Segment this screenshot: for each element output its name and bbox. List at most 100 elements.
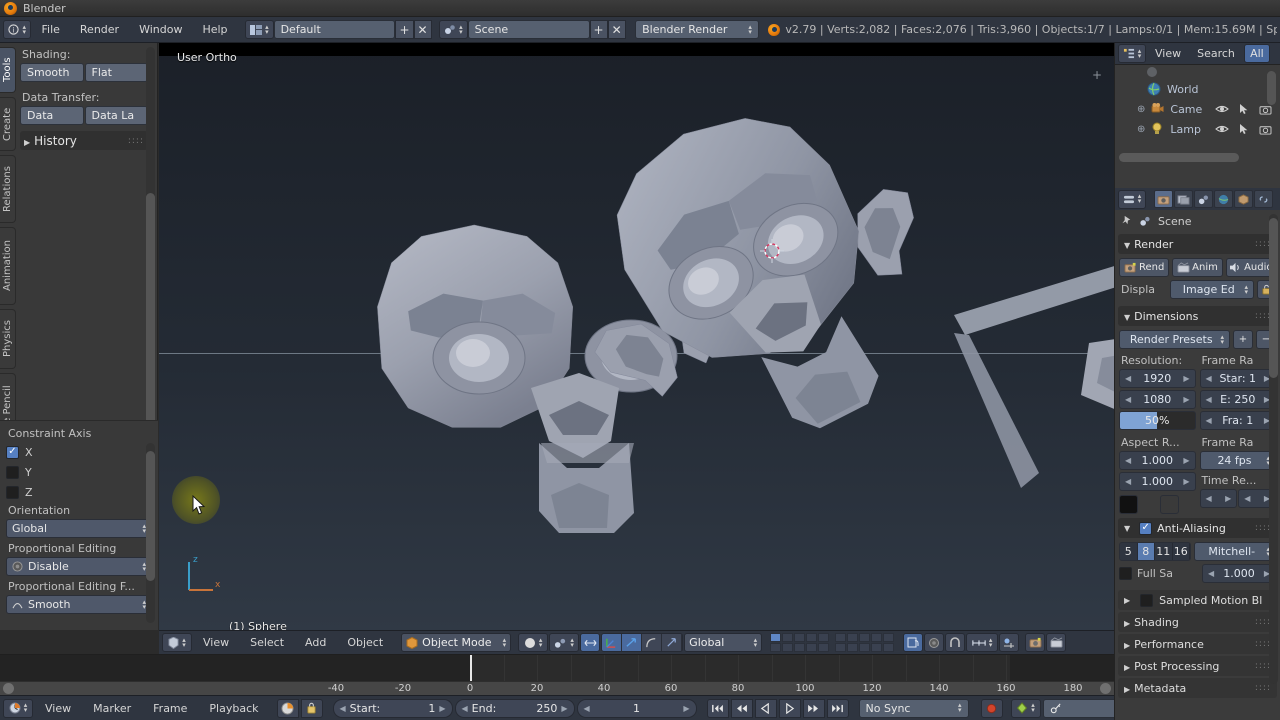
manipulator-mode-group[interactable] xyxy=(601,633,684,652)
frame-end-prop-field[interactable]: ◀ E: 250 ▶ xyxy=(1199,390,1276,409)
viewport-menu-object[interactable]: Object xyxy=(337,633,393,652)
outliner-lamp-toggles[interactable] xyxy=(1215,123,1280,135)
timeline-menu-marker[interactable]: Marker xyxy=(83,699,141,718)
layer-4[interactable] xyxy=(806,633,818,642)
history-panel-header[interactable]: ▶ History :::: xyxy=(20,131,148,150)
sampled-motion-blur-section[interactable]: ▶ Sampled Motion Bl xyxy=(1118,590,1277,610)
outliner-tree[interactable]: World ⊕ Came ⊕ Lamp xyxy=(1115,65,1280,165)
chevron-left-icon[interactable]: ◀ xyxy=(1125,395,1131,404)
rotate-manipulator-icon[interactable] xyxy=(622,634,643,651)
chevron-right-icon[interactable]: ▶ xyxy=(1183,456,1189,465)
delete-scene-button[interactable]: ✕ xyxy=(607,20,626,39)
constraint-axis-x-row[interactable]: X xyxy=(6,442,152,462)
timeline-menu-view[interactable]: View xyxy=(35,699,81,718)
checkbox-axis-z[interactable] xyxy=(6,485,19,499)
menu-file[interactable]: File xyxy=(31,20,69,39)
eye-icon[interactable] xyxy=(1215,124,1229,134)
chevron-right-icon[interactable]: ▶ xyxy=(1183,374,1189,383)
chevron-left-icon[interactable]: ◀ xyxy=(1208,569,1214,578)
properties-tab-render[interactable] xyxy=(1154,190,1173,208)
properties-tab-scene[interactable] xyxy=(1194,190,1213,208)
layer-1[interactable] xyxy=(770,633,782,642)
next-keyframe-button[interactable] xyxy=(802,698,825,718)
toolshelf-tab-relations[interactable]: Relations xyxy=(0,155,16,223)
aspect-y-field[interactable]: ◀ 1.000 ▶ xyxy=(1119,472,1196,491)
manipulator-toggle-button[interactable] xyxy=(580,633,601,652)
lock-object-modes-button[interactable] xyxy=(903,633,924,652)
full-sample-checkbox[interactable] xyxy=(1119,567,1132,580)
viewport-editor-type-button[interactable]: ▴ ▾ xyxy=(162,633,192,652)
outliner-menu-view[interactable]: View xyxy=(1148,45,1188,62)
outliner-menu-search[interactable]: Search xyxy=(1190,45,1242,62)
timeline-scroll-knob-left[interactable] xyxy=(3,683,14,694)
resolution-y-field[interactable]: ◀ 1080 ▶ xyxy=(1119,390,1196,409)
viewport-menu-view[interactable]: View xyxy=(193,633,239,652)
outliner-display-mode[interactable]: All xyxy=(1243,44,1270,63)
constraint-axis-z-row[interactable]: Z xyxy=(6,482,152,502)
screen-layout-type-button[interactable]: ▴ ▾ xyxy=(245,20,274,39)
scene-browse-button[interactable]: ▴ ▾ xyxy=(439,20,468,39)
properties-scrollbar[interactable] xyxy=(1269,218,1278,378)
checkbox-axis-x[interactable] xyxy=(6,445,19,459)
performance-section[interactable]: ▶ Performance :::: xyxy=(1118,634,1277,654)
camera-render-icon[interactable] xyxy=(1259,104,1272,115)
scene-layers-grid-2[interactable] xyxy=(835,633,895,652)
layer-15[interactable] xyxy=(818,643,830,652)
dimensions-section-header[interactable]: ▼ Dimensions :::: xyxy=(1118,306,1277,326)
antialiasing-checkbox[interactable] xyxy=(1139,521,1153,535)
data-transfer-layout-button[interactable]: Data La xyxy=(84,106,148,125)
pivot-point-button[interactable]: ▴ ▾ xyxy=(549,633,580,652)
layer-3[interactable] xyxy=(794,633,806,642)
metadata-section[interactable]: ▶ Metadata :::: xyxy=(1118,678,1277,698)
render-still-button[interactable]: Rend xyxy=(1119,258,1170,277)
render-animation-button[interactable]: Anim xyxy=(1172,258,1223,277)
chevron-left-icon[interactable]: ◀ xyxy=(1125,374,1131,383)
snap-target-button[interactable] xyxy=(999,633,1020,652)
eye-icon[interactable] xyxy=(1215,104,1229,114)
timeline-scale[interactable]: -40-200204060801001201401601802002202402… xyxy=(0,681,1114,695)
add-render-preset-button[interactable]: + xyxy=(1233,330,1253,349)
chevron-right-icon[interactable]: ▶ xyxy=(1225,494,1231,503)
proportional-falloff-select[interactable]: Smooth ▴ ▾ xyxy=(6,595,152,614)
layer-12[interactable] xyxy=(782,643,794,652)
lock-time-button[interactable] xyxy=(300,698,323,718)
layer-16[interactable] xyxy=(835,643,847,652)
chevron-right-icon[interactable]: ▶ xyxy=(1183,477,1189,486)
frame-start-prop-field[interactable]: ◀ Star: 1 ▶ xyxy=(1199,369,1276,388)
translate-manipulator-icon[interactable] xyxy=(602,634,623,651)
toolshelf-tab-tools[interactable]: Tools xyxy=(0,47,16,93)
crop-checkbox[interactable] xyxy=(1160,495,1179,514)
antialiasing-filter-select[interactable]: Mitchell- ▴▾ xyxy=(1194,542,1276,561)
aspect-x-field[interactable]: ◀ 1.000 ▶ xyxy=(1119,451,1196,470)
antialiasing-samples-group[interactable]: 5 8 11 16 xyxy=(1119,542,1191,561)
antialiasing-size-field[interactable]: ◀ 1.000 ▶ xyxy=(1202,564,1276,583)
proportional-editing-select[interactable]: Disable ▴ ▾ xyxy=(6,557,152,576)
chevron-left-icon[interactable]: ◀ xyxy=(1125,456,1131,465)
chevron-left-icon[interactable]: ◀ xyxy=(584,704,590,713)
keying-set-button[interactable]: ▴ ▾ xyxy=(1010,698,1041,718)
resolution-x-field[interactable]: ◀ 1920 ▶ xyxy=(1119,369,1196,388)
layer-20[interactable] xyxy=(883,643,895,652)
shade-flat-button[interactable]: Flat xyxy=(84,63,148,82)
timeline-scroll-knob-right[interactable] xyxy=(1100,683,1111,694)
layer-17[interactable] xyxy=(847,643,859,652)
properties-tab-constraints[interactable] xyxy=(1254,190,1273,208)
snap-element-button[interactable]: ▴ ▾ xyxy=(966,633,999,652)
viewport-menu-add[interactable]: Add xyxy=(295,633,336,652)
scene-layers-grid[interactable] xyxy=(770,633,830,652)
post-processing-section[interactable]: ▶ Post Processing :::: xyxy=(1118,656,1277,676)
checkbox-axis-y[interactable] xyxy=(6,465,19,479)
sampled-motion-blur-checkbox[interactable] xyxy=(1140,593,1154,607)
render-presets-select[interactable]: Render Presets ▴ ▾ xyxy=(1119,330,1230,349)
timeline-playhead[interactable] xyxy=(470,655,472,681)
info-editor-type-button[interactable]: i ▴ ▾ xyxy=(3,20,32,39)
shade-smooth-button[interactable]: Smooth xyxy=(20,63,84,82)
render-opengl-button[interactable] xyxy=(1025,633,1046,652)
interaction-mode-select[interactable]: Object Mode ▴ ▾ xyxy=(401,633,512,652)
3d-viewport[interactable]: User Ortho + z x (1) Sphere xyxy=(159,43,1114,630)
menu-render[interactable]: Render xyxy=(70,20,129,39)
cursor-arrow-icon[interactable] xyxy=(1239,123,1249,135)
viewport-shading-button[interactable]: ▴ ▾ xyxy=(518,633,549,652)
orientation-select[interactable]: Global ▴ ▾ xyxy=(6,519,152,538)
layer-13[interactable] xyxy=(794,643,806,652)
